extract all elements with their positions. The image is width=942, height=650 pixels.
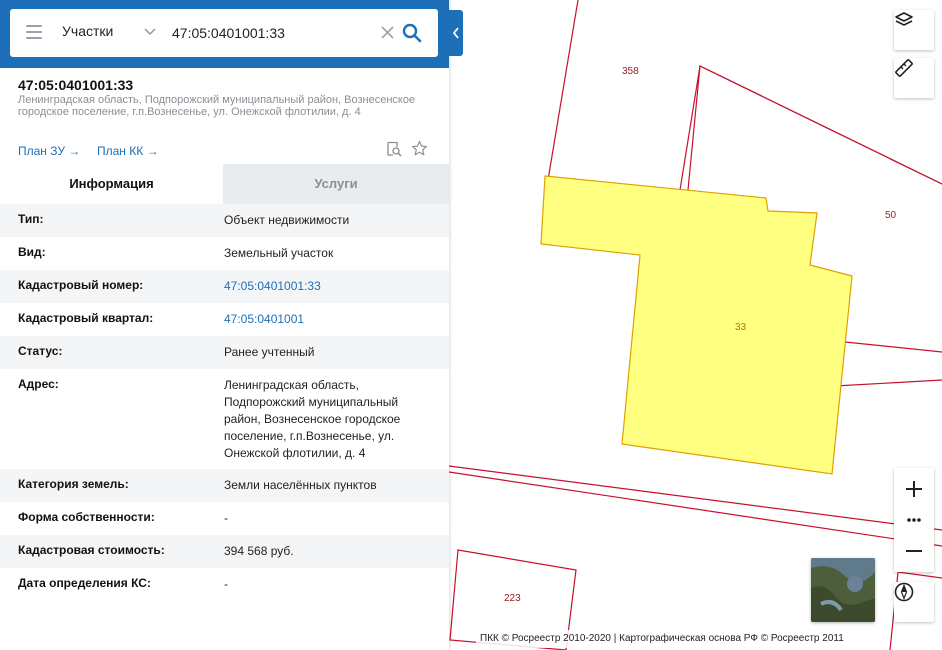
plan-kk-label: План КК <box>97 144 144 158</box>
collapse-panel-button[interactable] <box>449 10 463 56</box>
attribute-key: Статус: <box>18 344 63 358</box>
table-row: Категория земель: Земли населённых пункт… <box>0 469 449 502</box>
attribute-key: Форма собственности: <box>18 510 155 524</box>
search-input[interactable] <box>172 21 372 45</box>
tab-services[interactable]: Услуги <box>223 164 449 204</box>
parcel-label-50: 50 <box>885 210 897 221</box>
attribute-value: - <box>224 577 228 591</box>
search-box: Участки <box>10 9 438 57</box>
table-row: Кадастровая стоимость: 394 568 руб. <box>0 535 449 568</box>
plus-icon <box>906 481 922 497</box>
attribute-key: Кадастровая стоимость: <box>18 543 165 557</box>
attribute-value: Ранее учтенный <box>224 345 315 359</box>
attribute-key: Тип: <box>18 212 44 226</box>
attribute-key: Категория земель: <box>18 477 129 491</box>
zoom-more-button[interactable] <box>894 508 934 532</box>
plan-zu-link[interactable]: План ЗУ → <box>18 144 80 158</box>
map-attribution: ПКК © Росреестр 2010-2020 | Картографиче… <box>476 630 848 648</box>
star-icon[interactable] <box>411 140 428 157</box>
layers-button[interactable] <box>894 10 934 50</box>
attribute-key: Адрес: <box>18 377 59 391</box>
attribute-value: Земельный участок <box>224 246 334 260</box>
parcel-east-boundary[interactable] <box>844 341 942 353</box>
object-title: 47:05:0401001:33 <box>18 77 134 93</box>
plan-zu-label: План ЗУ <box>18 144 65 158</box>
attribute-key: Дата определения КС: <box>18 576 151 590</box>
parcel-33-selected[interactable] <box>540 175 853 475</box>
ruler-icon <box>895 59 913 77</box>
panel-tabs: Информация Услуги <box>0 164 449 204</box>
satellite-thumbnail <box>811 558 875 622</box>
plan-kk-link[interactable]: План КК → <box>97 144 159 158</box>
zoom-control <box>894 468 934 572</box>
more-dots-icon <box>907 518 921 522</box>
table-row: Статус: Ранее учтенный <box>0 336 449 369</box>
info-panel: Участки 47:05:0401001:33 Ленинградская о… <box>0 0 449 650</box>
menu-icon[interactable] <box>26 25 42 39</box>
cadastral-quarter-link[interactable]: 47:05:0401001 <box>224 311 434 328</box>
parcel-east-boundary-2[interactable] <box>834 379 942 387</box>
chevron-left-icon <box>452 27 459 39</box>
table-row: Тип: Объект недвижимости <box>0 204 449 237</box>
minus-icon <box>906 550 922 552</box>
attribute-value: 394 568 руб. <box>224 544 294 558</box>
table-row: Дата определения КС: - <box>0 568 449 601</box>
arrow-right-icon: → <box>68 144 81 158</box>
object-address: Ленинградская область, Подпорожский муни… <box>18 94 416 118</box>
attribute-value: Ленинградская область, Подпорожский муни… <box>224 378 401 460</box>
tab-information[interactable]: Информация <box>0 164 223 204</box>
table-row: Кадастровый номер: 47:05:0401001:33 <box>0 270 449 303</box>
search-header: Участки <box>0 0 449 68</box>
arrow-right-icon: → <box>146 144 159 158</box>
zoom-in-button[interactable] <box>894 468 934 508</box>
parcel-358-boundary[interactable] <box>547 0 942 191</box>
table-row: Вид: Земельный участок <box>0 237 449 270</box>
attribute-table: Тип: Объект недвижимости Вид: Земельный … <box>0 204 449 601</box>
attribute-key: Кадастровый квартал: <box>18 311 154 325</box>
ruler-button[interactable] <box>894 58 934 98</box>
clear-icon[interactable] <box>380 25 395 40</box>
parcel-label-223: 223 <box>504 593 521 604</box>
basemap-switcher-thumbnail[interactable] <box>811 558 875 622</box>
chevron-down-icon[interactable] <box>143 24 157 38</box>
attribute-value: Земли населённых пунктов <box>224 478 377 492</box>
compass-button[interactable] <box>894 582 934 622</box>
table-row: Адрес: Ленинградская область, Подпорожск… <box>0 369 449 469</box>
road-line-north <box>448 465 942 531</box>
parcel-label-33: 33 <box>735 322 747 333</box>
attribute-value: Объект недвижимости <box>224 213 350 227</box>
layer-select[interactable]: Участки <box>62 23 113 39</box>
cadastral-number-link[interactable]: 47:05:0401001:33 <box>224 278 434 295</box>
attribute-key: Кадастровый номер: <box>18 278 144 292</box>
layers-icon <box>895 12 913 26</box>
compass-icon <box>894 582 914 602</box>
table-row: Форма собственности: - <box>0 502 449 535</box>
zoom-out-button[interactable] <box>894 532 934 572</box>
attribute-value: - <box>224 511 228 525</box>
attribute-key: Вид: <box>18 245 46 259</box>
road-line-south <box>448 471 942 547</box>
parcel-label-358: 358 <box>622 66 639 77</box>
document-search-icon[interactable] <box>386 141 402 157</box>
search-icon[interactable] <box>402 23 422 43</box>
table-row: Кадастровый квартал: 47:05:0401001 <box>0 303 449 336</box>
